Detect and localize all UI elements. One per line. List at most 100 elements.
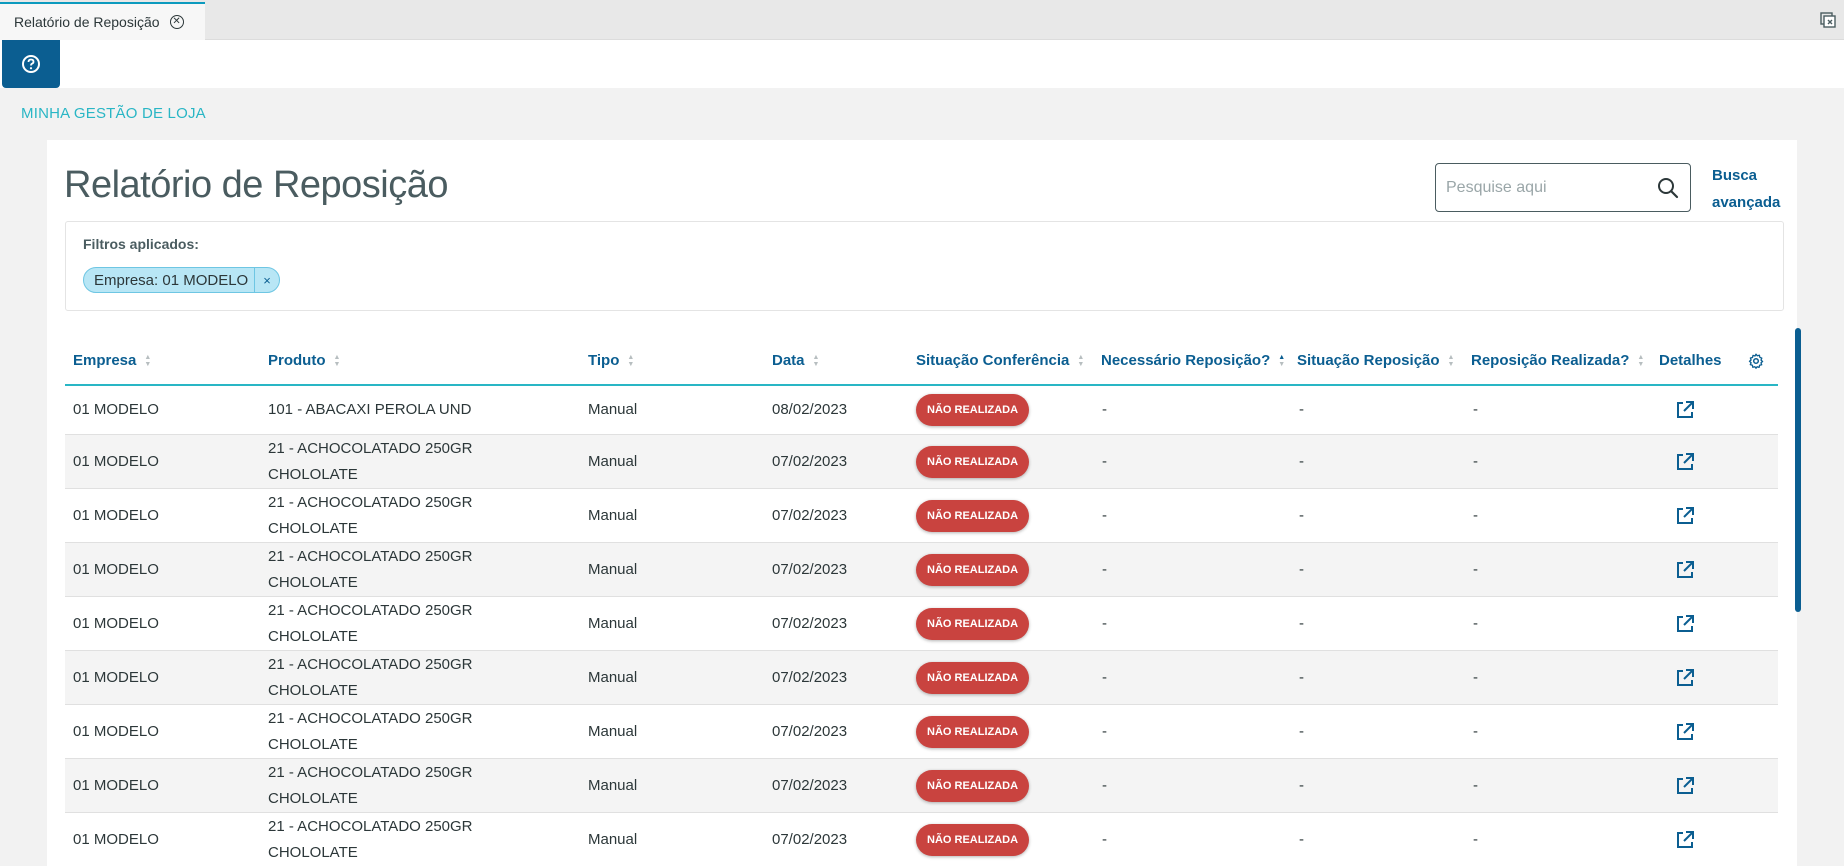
- column-label: Situação Reposição: [1297, 352, 1440, 369]
- replenishment-table: Empresa ▲ ▼ Produto ▲ ▼ Tipo ▲ ▼ Data ▲ ▼ Si…: [65, 337, 1778, 866]
- cell-empresa: 01 MODELO: [73, 830, 159, 848]
- table-row[interactable]: 01 MODELO 21 - ACHOCOLATADO 250GR CHOLOLA…: [65, 651, 1778, 705]
- cell-data: 07/02/2023: [772, 722, 848, 740]
- external-link-icon: [1677, 560, 1694, 578]
- details-button[interactable]: [1674, 813, 1696, 866]
- cell-situacao-reposicao: -: [1299, 668, 1304, 686]
- cell-data: 07/02/2023: [772, 452, 848, 470]
- cell-reposicao-realizada: -: [1473, 401, 1478, 418]
- table-row[interactable]: 01 MODELO 21 - ACHOCOLATADO 250GR CHOLOLA…: [65, 813, 1778, 866]
- column-label: Reposição Realizada?: [1471, 352, 1630, 369]
- cell-reposicao-realizada: -: [1473, 452, 1478, 470]
- sort-icon: ▲ ▼: [627, 353, 635, 368]
- help-button[interactable]: [2, 40, 60, 88]
- cell-tipo: Manual: [588, 668, 638, 686]
- vertical-scrollbar[interactable]: [1795, 328, 1801, 612]
- column-tipo[interactable]: Tipo ▲ ▼: [588, 337, 634, 384]
- search-input[interactable]: [1446, 178, 1656, 197]
- details-button[interactable]: [1674, 651, 1696, 704]
- external-link-icon: [1677, 401, 1694, 418]
- status-badge: NÃO REALIZADA: [916, 499, 1030, 532]
- applied-filters: Filtros aplicados: Empresa: 01 MODELO ×: [65, 221, 1784, 311]
- details-button[interactable]: [1674, 489, 1696, 542]
- cell-produto: 21 - ACHOCOLATADO 250GR CHOLOLATE: [268, 709, 473, 753]
- column-label: Data: [772, 352, 805, 369]
- table-row[interactable]: 01 MODELO 21 - ACHOCOLATADO 250GR CHOLOLA…: [65, 489, 1778, 543]
- cell-situacao-conferencia: NÃO REALIZADA: [916, 435, 1030, 488]
- cell-produto: 21 - ACHOCOLATADO 250GR CHOLOLATE: [268, 601, 473, 645]
- remove-filter-icon[interactable]: ×: [254, 268, 279, 292]
- sort-icon: ▲ ▼: [144, 353, 152, 368]
- cell-reposicao-realizada: -: [1473, 506, 1478, 524]
- advanced-search-link[interactable]: Busca avançada: [1712, 162, 1792, 216]
- tab-relatorio-reposicao[interactable]: Relatório de Reposição ✕: [0, 2, 205, 40]
- cell-empresa: 01 MODELO: [73, 506, 159, 524]
- cell-reposicao-realizada: -: [1473, 776, 1478, 794]
- filters-title: Filtros aplicados:: [83, 236, 199, 252]
- search-icon[interactable]: [1656, 176, 1680, 200]
- cell-empresa: 01 MODELO: [73, 722, 159, 740]
- table-row[interactable]: 01 MODELO 21 - ACHOCOLATADO 250GR CHOLOLA…: [65, 759, 1778, 813]
- column-data[interactable]: Data ▲ ▼: [772, 337, 819, 384]
- details-button[interactable]: [1674, 435, 1696, 488]
- details-button[interactable]: [1674, 759, 1696, 812]
- cell-reposicao-realizada: -: [1473, 614, 1478, 632]
- status-badge: NÃO REALIZADA: [916, 394, 1030, 426]
- details-button[interactable]: [1674, 543, 1696, 596]
- external-link-icon: [1677, 452, 1694, 470]
- cell-necessario-reposicao: -: [1102, 560, 1107, 578]
- external-link-icon: [1677, 830, 1694, 848]
- cell-situacao-reposicao: -: [1299, 452, 1304, 470]
- cell-situacao-reposicao: -: [1299, 614, 1304, 632]
- page-title: Relatório de Reposição: [64, 164, 449, 206]
- cell-necessario-reposicao: -: [1102, 506, 1107, 524]
- cell-data: 07/02/2023: [772, 830, 848, 848]
- tab-bar: Relatório de Reposição ✕: [0, 0, 1844, 40]
- external-link-icon: [1677, 506, 1694, 524]
- details-button[interactable]: [1674, 705, 1696, 758]
- column-reposicao-realizada[interactable]: Reposição Realizada? ▲ ▼: [1471, 337, 1644, 384]
- cell-reposicao-realizada: -: [1473, 560, 1478, 578]
- table-row[interactable]: 01 MODELO 21 - ACHOCOLATADO 250GR CHOLOLA…: [65, 705, 1778, 759]
- details-button[interactable]: [1674, 597, 1696, 650]
- cell-situacao-conferencia: NÃO REALIZADA: [916, 543, 1030, 596]
- cell-tipo: Manual: [588, 560, 638, 578]
- table-row[interactable]: 01 MODELO 101 - ABACAXI PEROLA UND Manual 0…: [65, 386, 1778, 435]
- external-link-icon: [1677, 722, 1694, 740]
- column-label: Empresa: [73, 352, 137, 369]
- table-body: 01 MODELO 101 - ABACAXI PEROLA UND Manual 0…: [65, 386, 1778, 866]
- column-empresa[interactable]: Empresa ▲ ▼: [73, 337, 151, 384]
- status-badge: NÃO REALIZADA: [916, 823, 1030, 856]
- sort-icon: ▲ ▼: [1447, 353, 1455, 368]
- cell-situacao-reposicao: -: [1299, 506, 1304, 524]
- table-row[interactable]: 01 MODELO 21 - ACHOCOLATADO 250GR CHOLOLA…: [65, 435, 1778, 489]
- table-row[interactable]: 01 MODELO 21 - ACHOCOLATADO 250GR CHOLOLA…: [65, 543, 1778, 597]
- table-row[interactable]: 01 MODELO 21 - ACHOCOLATADO 250GR CHOLOLA…: [65, 597, 1778, 651]
- breadcrumb[interactable]: MINHA GESTÃO DE LOJA: [21, 105, 206, 122]
- column-situacao-conferencia[interactable]: Situação Conferência ▲ ▼: [916, 337, 1084, 384]
- column-produto[interactable]: Produto ▲ ▼: [268, 337, 340, 384]
- sort-icon: ▲ ▼: [812, 353, 820, 368]
- table-header: Empresa ▲ ▼ Produto ▲ ▼ Tipo ▲ ▼ Data ▲ ▼ Si…: [65, 337, 1778, 386]
- column-situacao-reposicao[interactable]: Situação Reposição ▲ ▼: [1297, 337, 1454, 384]
- column-necessario-reposicao[interactable]: Necessário Reposição? ▲ ▼: [1101, 337, 1285, 384]
- cell-data: 07/02/2023: [772, 560, 848, 578]
- cell-situacao-reposicao: -: [1299, 401, 1304, 418]
- cell-produto: 21 - ACHOCOLATADO 250GR CHOLOLATE: [268, 817, 473, 861]
- close-windows-icon[interactable]: [1818, 10, 1838, 30]
- close-tab-icon[interactable]: ✕: [169, 15, 184, 29]
- cell-situacao-reposicao: -: [1299, 560, 1304, 578]
- status-badge: NÃO REALIZADA: [916, 661, 1030, 694]
- sort-asc-icon: ▲ ▼: [1278, 353, 1286, 368]
- table-settings-button[interactable]: [1748, 337, 1764, 384]
- details-button[interactable]: [1674, 386, 1696, 434]
- status-badge: NÃO REALIZADA: [916, 607, 1030, 640]
- sort-icon: ▲ ▼: [333, 353, 341, 368]
- cell-tipo: Manual: [588, 722, 638, 740]
- cell-reposicao-realizada: -: [1473, 668, 1478, 686]
- cell-situacao-conferencia: NÃO REALIZADA: [916, 386, 1030, 434]
- external-link-icon: [1677, 614, 1694, 632]
- filter-chip-empresa: Empresa: 01 MODELO ×: [83, 267, 280, 293]
- column-detalhes: Detalhes: [1659, 337, 1722, 384]
- search-box[interactable]: [1435, 163, 1691, 212]
